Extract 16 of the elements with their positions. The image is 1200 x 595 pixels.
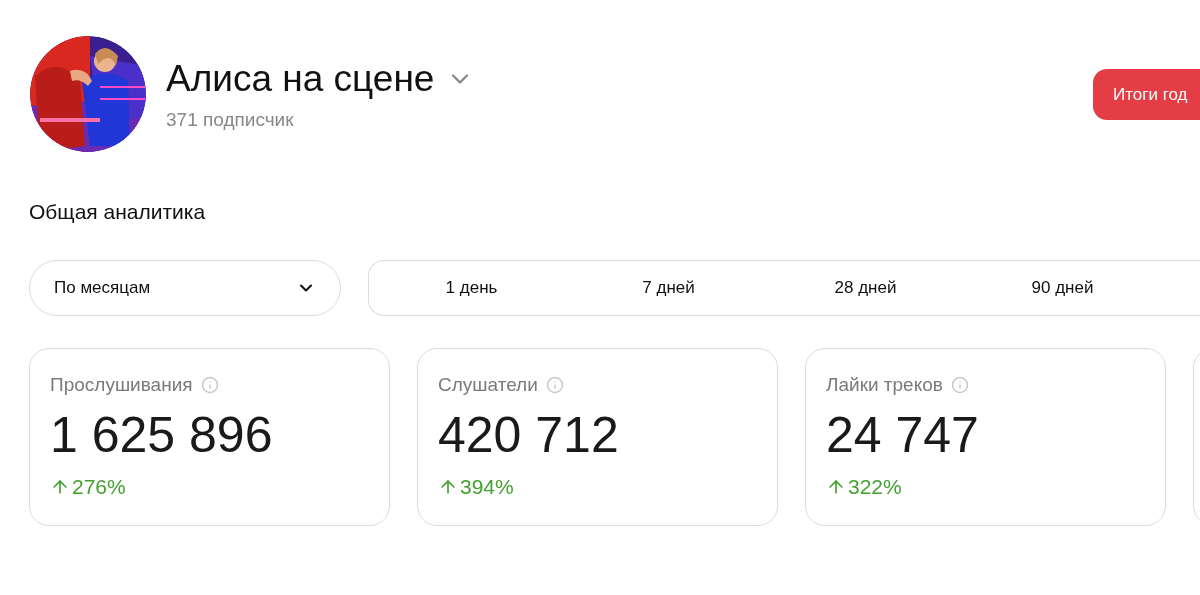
stat-label: Слушатели [438, 372, 538, 397]
stat-change: 276% [72, 474, 126, 500]
section-title: Общая аналитика [29, 199, 206, 225]
stat-value: 1 625 896 [50, 406, 273, 465]
info-icon[interactable] [950, 375, 969, 394]
stat-label: Прослушивания [50, 372, 193, 397]
stat-value: 420 712 [438, 406, 619, 465]
stat-label: Лайки треков [826, 372, 943, 397]
stat-change: 322% [848, 474, 902, 500]
info-icon[interactable] [545, 375, 564, 394]
artist-name: Алиса на сцене [166, 57, 435, 101]
summary-button[interactable]: Итоги год [1093, 69, 1200, 120]
subscriber-count: 371 подписчик [166, 108, 295, 132]
info-icon[interactable] [200, 375, 219, 394]
stat-value: 24 747 [826, 406, 979, 465]
stat-change: 394% [460, 474, 514, 500]
